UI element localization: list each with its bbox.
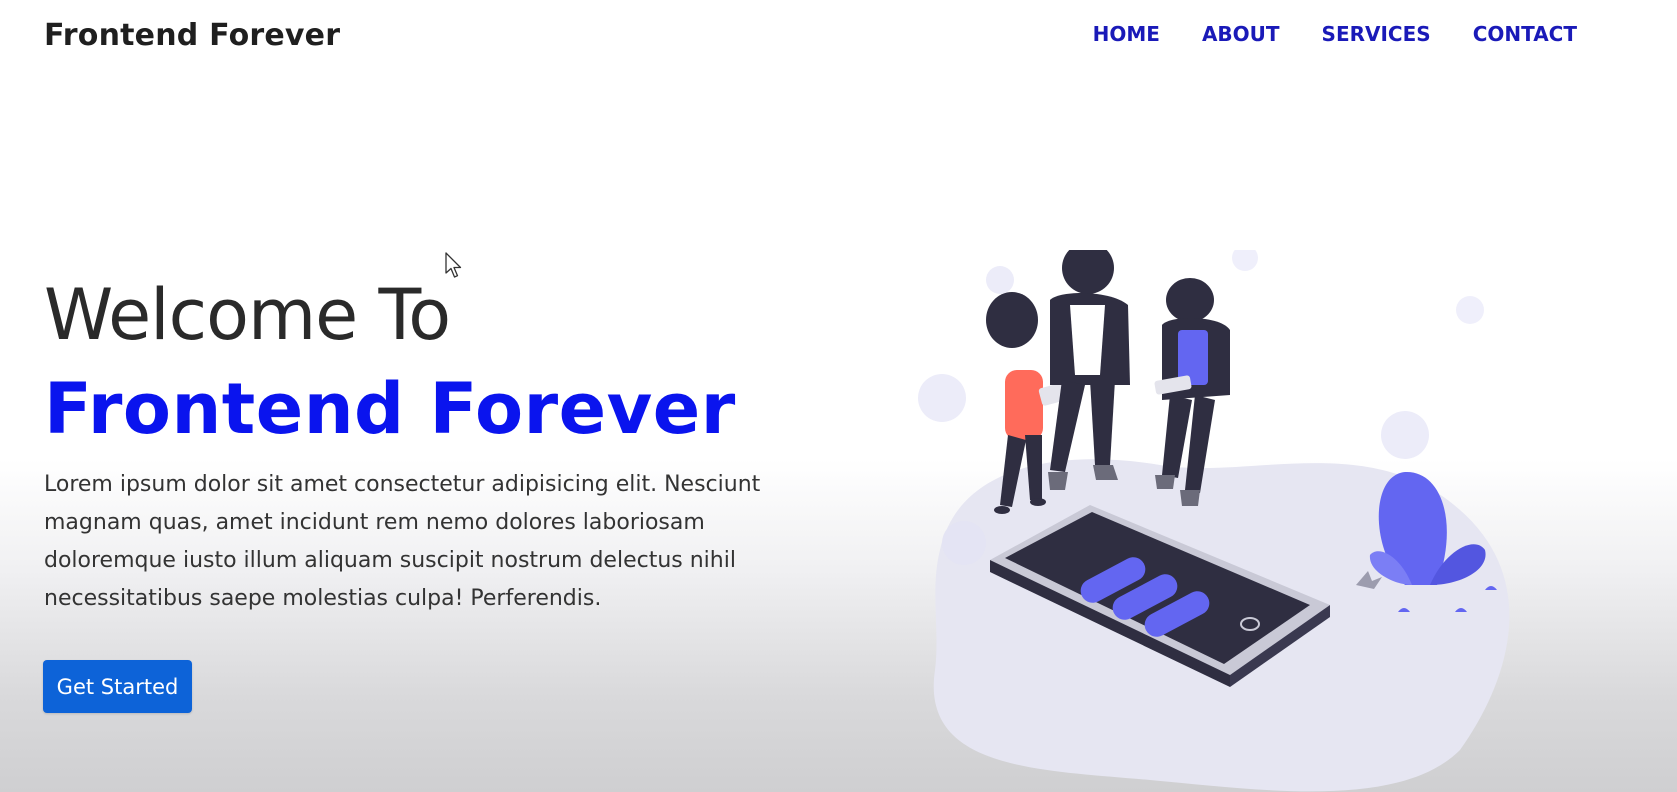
navbar: Frontend Forever HOME ABOUT SERVICES CON… xyxy=(0,0,1677,80)
brand-logo[interactable]: Frontend Forever xyxy=(44,18,340,53)
nav-links: HOME ABOUT SERVICES CONTACT xyxy=(1093,22,1577,46)
hero-section: Welcome To Frontend Forever Lorem ipsum … xyxy=(44,280,804,618)
hero-welcome: Welcome To xyxy=(44,274,451,356)
hero-description: Lorem ipsum dolor sit amet consectetur a… xyxy=(44,472,761,611)
nav-link-services[interactable]: SERVICES xyxy=(1322,22,1431,46)
nav-link-contact[interactable]: CONTACT xyxy=(1473,22,1577,46)
people-with-phone-illustration xyxy=(918,250,1510,792)
nav-link-about[interactable]: ABOUT xyxy=(1202,22,1280,46)
mouse-pointer-icon xyxy=(445,252,462,278)
hero-title: Frontend Forever xyxy=(44,368,736,450)
get-started-button[interactable]: Get Started xyxy=(43,660,192,713)
nav-link-home[interactable]: HOME xyxy=(1093,22,1160,46)
